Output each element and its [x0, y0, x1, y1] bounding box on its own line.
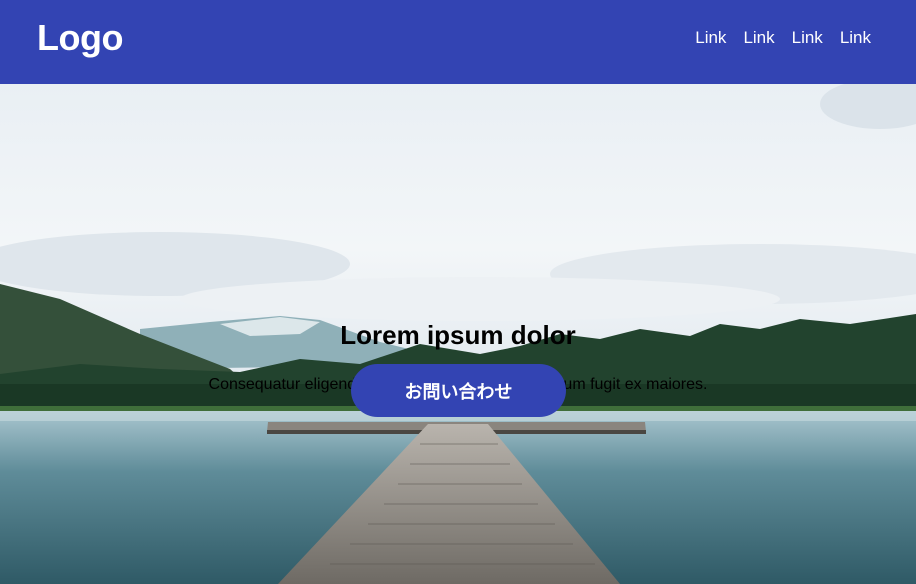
site-header: Logo Link Link Link Link: [0, 0, 916, 84]
logo[interactable]: Logo: [37, 18, 123, 58]
main-nav: Link Link Link Link: [695, 28, 871, 48]
nav-link-2[interactable]: Link: [743, 28, 774, 48]
hero-section: Lorem ipsum dolor Consequatur eligendi p…: [0, 84, 916, 584]
nav-link-3[interactable]: Link: [792, 28, 823, 48]
hero-title: Lorem ipsum dolor: [340, 320, 576, 350]
nav-link-4[interactable]: Link: [840, 28, 871, 48]
contact-button[interactable]: お問い合わせ: [351, 364, 566, 417]
nav-link-1[interactable]: Link: [695, 28, 726, 48]
